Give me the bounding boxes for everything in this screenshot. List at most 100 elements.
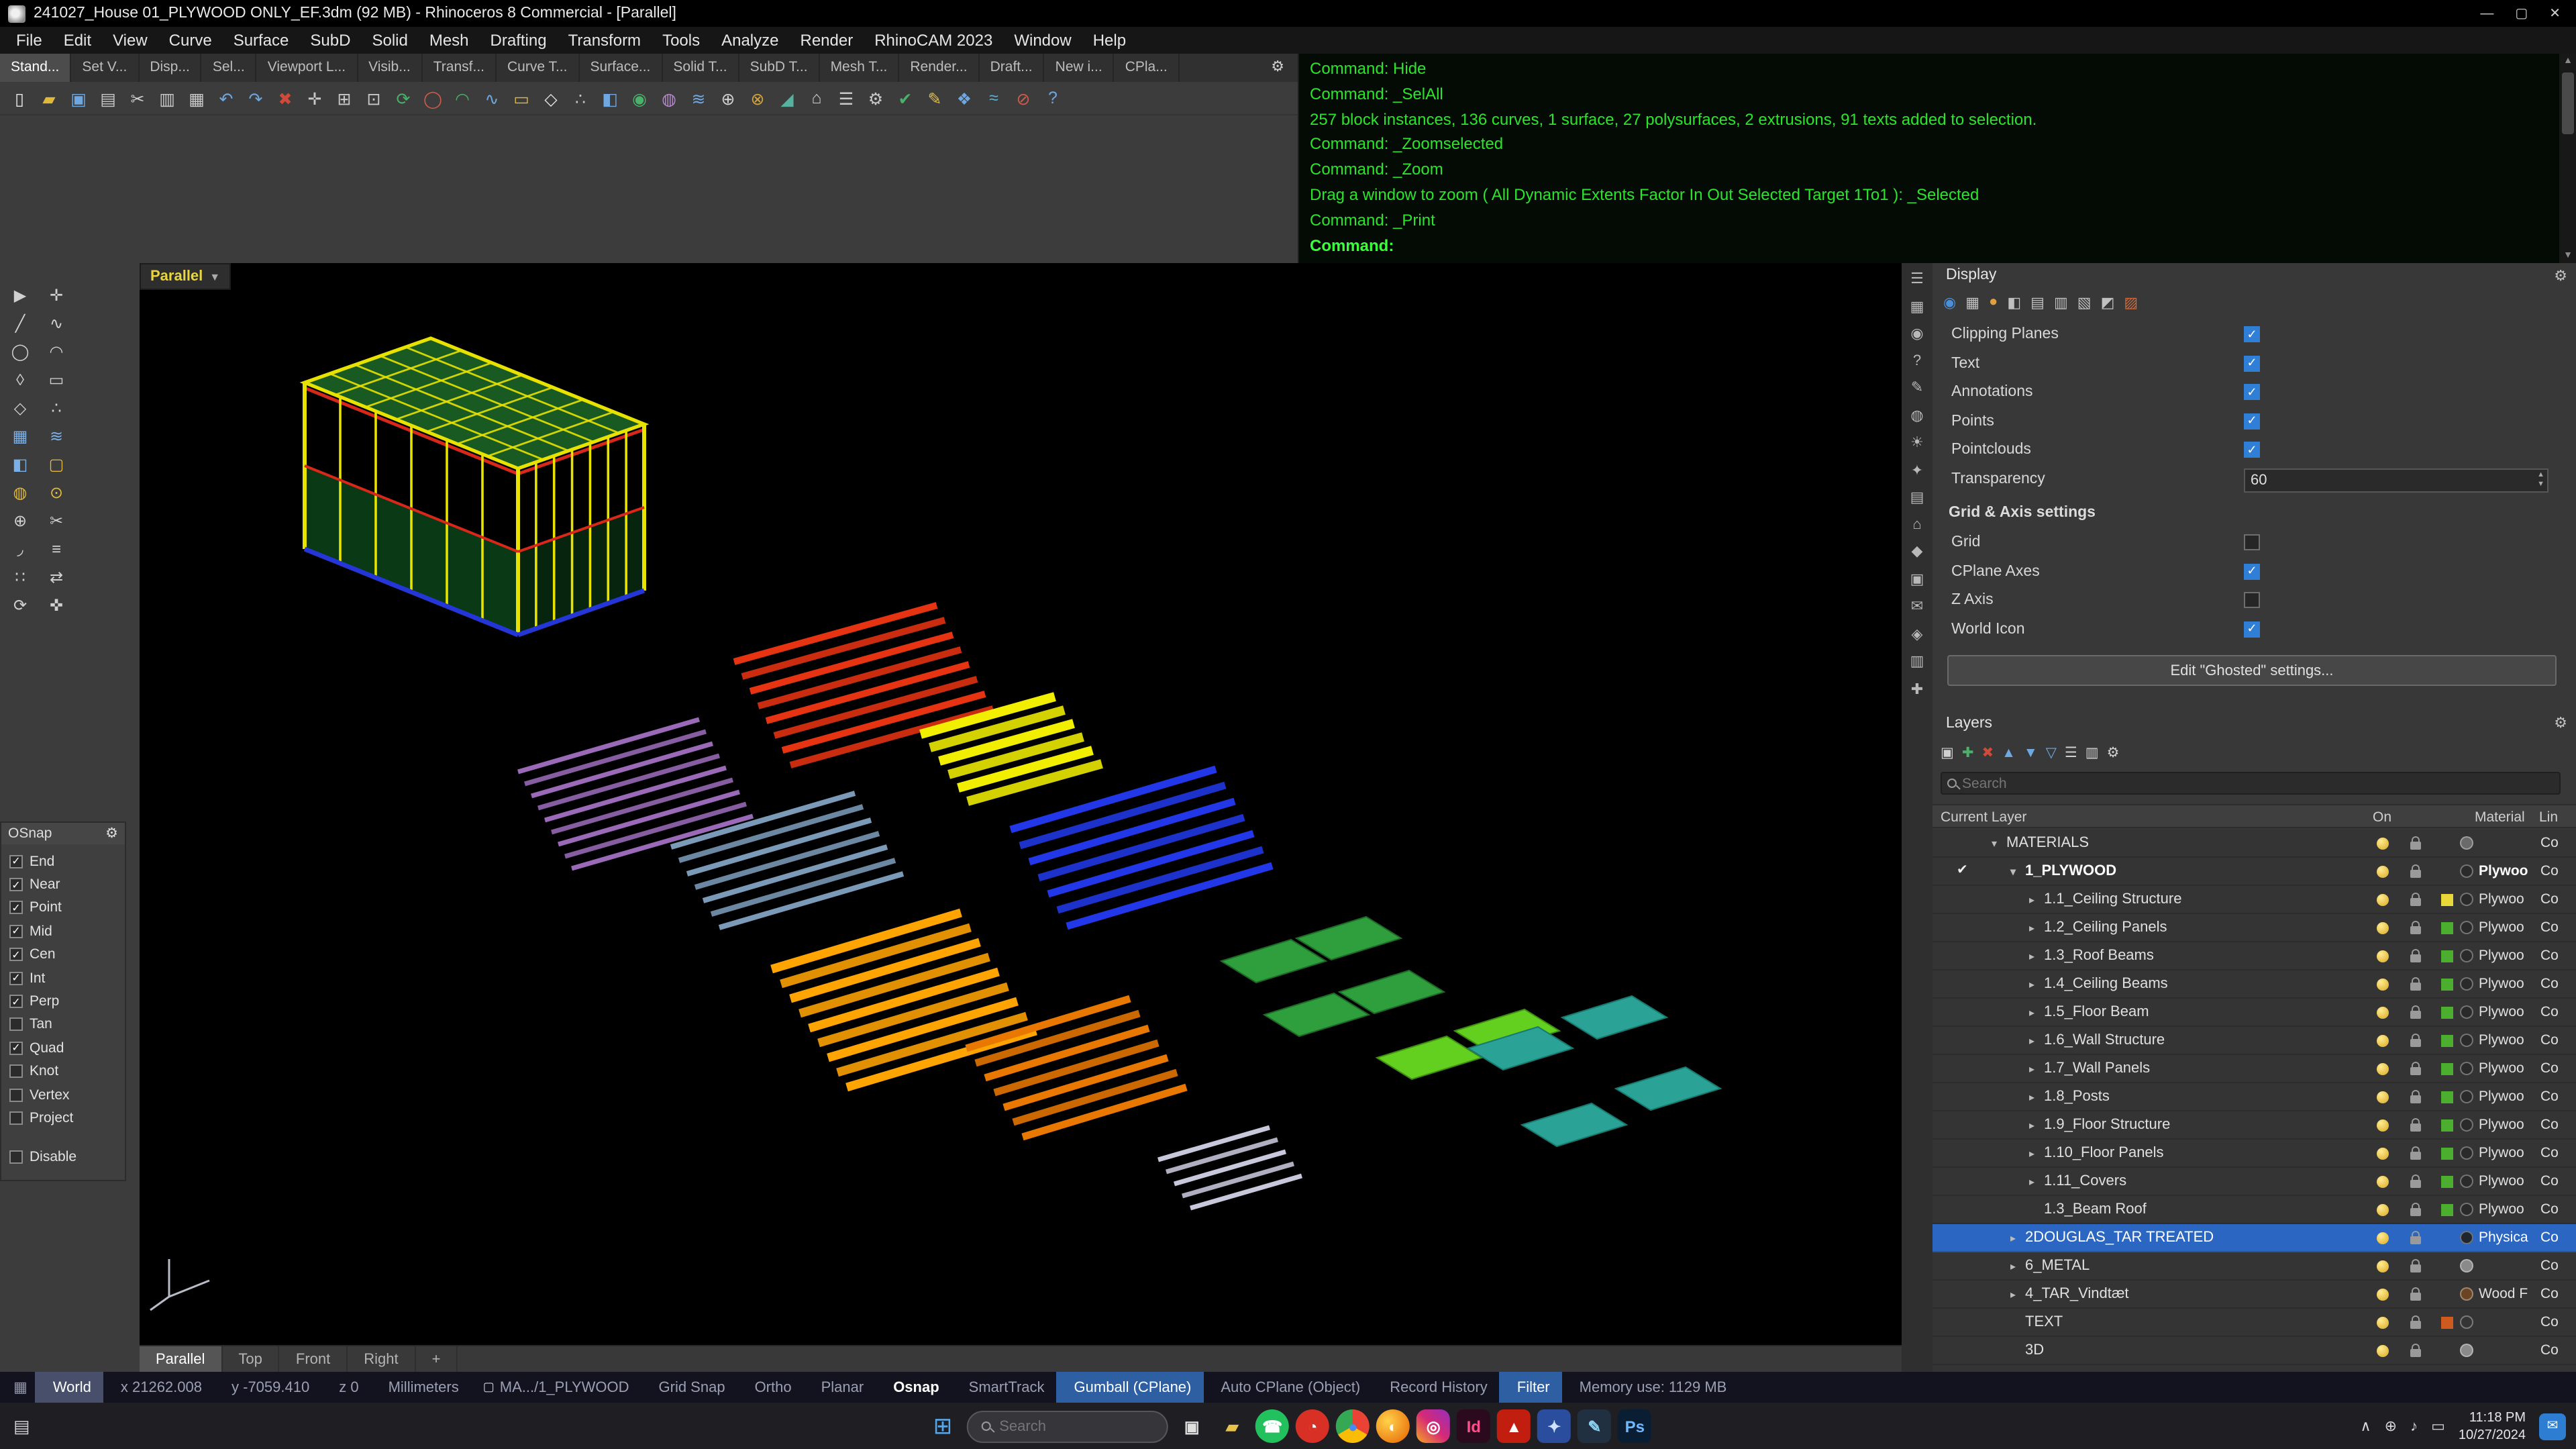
left-toolbar-icon[interactable]: ✜	[40, 592, 72, 619]
toolbar-icon[interactable]: ⊕	[715, 85, 741, 111]
layer-on-bulb-icon[interactable]	[2377, 1204, 2389, 1216]
osnap-item[interactable]: Knot	[9, 1060, 117, 1083]
toolbar-icon[interactable]: ⌂	[804, 85, 829, 111]
layer-lock-icon[interactable]	[2410, 1039, 2421, 1047]
osnap-checkbox[interactable]	[9, 971, 23, 985]
layer-row[interactable]: ▸1.6_Wall Structure Plywoo Co	[1933, 1027, 2576, 1055]
layer-material-ball-icon[interactable]	[2460, 1005, 2473, 1019]
toolbar-tab[interactable]: Transf...	[423, 54, 497, 82]
osnap-checkbox[interactable]	[9, 1088, 23, 1101]
left-toolbar-icon[interactable]: ◇	[4, 395, 36, 421]
panel-tab-icon[interactable]: ◆	[1912, 542, 1923, 560]
layer-name[interactable]: ▸1.5_Floor Beam	[2029, 1004, 2149, 1020]
layer-row[interactable]: ▸1.7_Wall Panels Plywoo Co	[1933, 1055, 2576, 1083]
layer-on-bulb-icon[interactable]	[2377, 1119, 2389, 1132]
toolbar-tab[interactable]: Mesh T...	[820, 54, 900, 82]
grid-toggle-checkbox[interactable]	[2244, 534, 2260, 550]
panel-tab-icon[interactable]: ?	[1913, 352, 1921, 368]
menu-item[interactable]: Solid	[361, 27, 418, 54]
viewport-tab[interactable]: Right	[348, 1346, 415, 1372]
toolbar-icon[interactable]: ⚙	[863, 85, 888, 111]
scroll-up-icon[interactable]: ▲	[2559, 56, 2576, 66]
left-toolbar-icon[interactable]: ▶	[4, 282, 36, 309]
viewport-tab[interactable]: Top	[222, 1346, 280, 1372]
osnap-disable[interactable]: Disable	[9, 1146, 117, 1169]
panel-tab-icon[interactable]: ✉	[1911, 597, 1923, 615]
layer-material-ball-icon[interactable]	[2460, 977, 2473, 991]
layer-row[interactable]: 1.3_Beam Roof Plywoo Co	[1933, 1196, 2576, 1224]
toolbar-tab[interactable]: Surface...	[580, 54, 663, 82]
expand-arrow-icon[interactable]: ▸	[2010, 1232, 2025, 1244]
panel-tab-icon[interactable]: ▥	[1910, 652, 1924, 670]
toolbar-icon[interactable]: ✎	[922, 85, 947, 111]
viewport-title-tab[interactable]: Parallel ▼	[140, 263, 231, 290]
taskbar-app-icon[interactable]: ◔	[1296, 1409, 1329, 1443]
menu-item[interactable]: Window	[1003, 27, 1082, 54]
grid-toggle-checkbox[interactable]	[2244, 621, 2260, 637]
layers-tool-icon[interactable]: ▽	[2046, 745, 2057, 761]
toolbar-icon[interactable]: ≋	[686, 85, 711, 111]
display-mode-icon[interactable]: ◩	[2101, 294, 2115, 311]
toolbar-tab[interactable]: CPla...	[1115, 54, 1180, 82]
layer-material-ball-icon[interactable]	[2460, 1203, 2473, 1216]
layer-row[interactable]: 3D Co	[1933, 1337, 2576, 1365]
taskbar-app-icon[interactable]: ●	[1336, 1409, 1370, 1443]
layer-on-bulb-icon[interactable]	[2377, 1063, 2389, 1075]
left-toolbar-icon[interactable]: ◠	[40, 338, 72, 365]
toolbar-icon[interactable]: ▭	[509, 85, 534, 111]
layer-lock-icon[interactable]	[2410, 926, 2421, 934]
layer-on-bulb-icon[interactable]	[2377, 1091, 2389, 1103]
layer-color-swatch[interactable]	[2441, 1007, 2453, 1019]
status-item[interactable]: Gumball (CPlane)	[1057, 1372, 1204, 1403]
toolbar-tab[interactable]: Draft...	[980, 54, 1045, 82]
toolbar-tab[interactable]: Disp...	[139, 54, 202, 82]
layer-name[interactable]: ▸1.11_Covers	[2029, 1173, 2126, 1189]
toolbar-icon[interactable]: ✖	[272, 85, 298, 111]
layer-on-bulb-icon[interactable]	[2377, 950, 2389, 962]
layer-row[interactable]: ▸1.8_Posts Plywoo Co	[1933, 1083, 2576, 1111]
grid-toggle-checkbox[interactable]	[2244, 563, 2260, 579]
panel-tab-icon[interactable]: ▤	[1910, 489, 1924, 506]
expand-arrow-icon[interactable]: ▸	[2029, 1007, 2044, 1019]
status-item[interactable]: Auto CPlane (Object)	[1203, 1372, 1372, 1403]
layer-name[interactable]: ▸1.9_Floor Structure	[2029, 1117, 2170, 1133]
layers-tool-icon[interactable]: ✚	[1962, 745, 1974, 761]
layer-name[interactable]: ▸1.7_Wall Panels	[2029, 1060, 2150, 1077]
layer-row[interactable]: ▸4_TAR_Vindtæt Wood F Co	[1933, 1281, 2576, 1309]
layer-material-ball-icon[interactable]	[2460, 864, 2473, 878]
start-button-icon[interactable]: ⊞	[925, 1413, 961, 1440]
layer-color-swatch[interactable]	[2441, 1091, 2453, 1103]
layers-tool-icon[interactable]: ▼	[2024, 745, 2038, 761]
layer-row[interactable]: ▸1.3_Roof Beams Plywoo Co	[1933, 942, 2576, 970]
menu-item[interactable]: RhinoCAM 2023	[864, 27, 1003, 54]
toolbar-tab[interactable]: Viewport L...	[257, 54, 358, 82]
layer-lock-icon[interactable]	[2410, 870, 2421, 878]
layer-on-bulb-icon[interactable]	[2377, 979, 2389, 991]
layer-color-swatch[interactable]	[2441, 894, 2453, 906]
menu-item[interactable]: View	[102, 27, 158, 54]
edit-ghosted-settings-button[interactable]: Edit "Ghosted" settings...	[1947, 655, 2557, 686]
osnap-item[interactable]: Point	[9, 897, 117, 920]
cplane-grid-icon[interactable]: ▦	[13, 1379, 28, 1396]
osnap-checkbox[interactable]	[9, 925, 23, 938]
layer-material-ball-icon[interactable]	[2460, 1175, 2473, 1188]
layers-tool-icon[interactable]: ☰	[2065, 745, 2077, 761]
layer-material-ball-icon[interactable]	[2460, 1118, 2473, 1132]
layer-row[interactable]: TEXT Co	[1933, 1309, 2576, 1337]
toolbar-tab[interactable]: Solid T...	[662, 54, 739, 82]
osnap-item[interactable]: Near	[9, 873, 117, 897]
taskbar-search[interactable]	[967, 1410, 1168, 1442]
display-toggle-checkbox[interactable]	[2244, 442, 2260, 458]
layers-search-input[interactable]	[1962, 775, 2554, 791]
panel-tab-icon[interactable]: ▦	[1910, 297, 1924, 315]
osnap-checkbox[interactable]	[9, 1064, 23, 1078]
layer-lock-icon[interactable]	[2410, 983, 2421, 991]
chevron-down-icon[interactable]: ▼	[209, 270, 220, 283]
toolbar-icon[interactable]: ↷	[243, 85, 268, 111]
toolbar-icon[interactable]: ∿	[479, 85, 505, 111]
layer-color-swatch[interactable]	[2441, 979, 2453, 991]
taskbar-app-icon[interactable]: ◎	[1416, 1409, 1450, 1443]
widgets-icon[interactable]: ▤	[13, 1403, 30, 1449]
toolbar-icon[interactable]: ▦	[184, 85, 209, 111]
toolbar-icon[interactable]: ▥	[154, 85, 180, 111]
